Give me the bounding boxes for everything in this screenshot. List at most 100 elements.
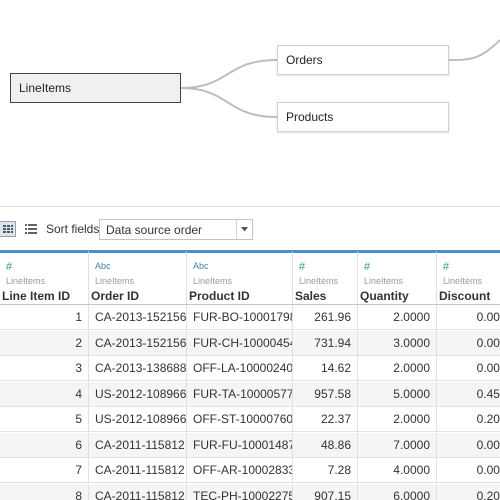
cell-product-id: FUR-FU-10001487 <box>187 432 293 458</box>
cell-order-id: CA-2011-115812 <box>89 483 187 500</box>
cell-discount: 0.00000 <box>437 356 500 381</box>
cell-product-id: OFF-LA-10000240 <box>187 356 293 381</box>
cell-sales: 261.96 <box>293 305 358 330</box>
cell-line-item-id: 1 <box>0 305 89 330</box>
cell-quantity: 2.0000 <box>358 305 437 330</box>
grid-view-button[interactable] <box>0 221 16 237</box>
cell-order-id: US-2012-108966 <box>89 381 187 407</box>
cell-line-item-id: 3 <box>0 356 89 381</box>
column-header-product-id[interactable]: Abc LineItems Product ID <box>187 250 293 304</box>
cell-quantity: 2.0000 <box>358 356 437 381</box>
cell-product-id: FUR-CH-10000454 <box>187 330 293 356</box>
cell-discount: 0.45000 <box>437 382 500 407</box>
cell-product-id: FUR-TA-10000577 <box>187 381 293 407</box>
cell-sales: 907.15 <box>293 483 358 500</box>
cell-order-id: CA-2013-152156 <box>89 305 187 330</box>
cell-discount: 0.00000 <box>437 331 500 356</box>
table-node-orders[interactable]: Orders <box>277 45 449 75</box>
column-name: Sales <box>295 289 327 303</box>
dropdown-caret <box>236 220 252 239</box>
column-header-quantity[interactable]: # LineItems Quantity <box>358 250 437 304</box>
link-lineitems-products <box>180 87 278 118</box>
number-type-icon[interactable]: # <box>6 261 12 273</box>
cell-product-id: OFF-AR-10002833 <box>187 458 293 483</box>
column-source-label: LineItems <box>95 276 135 286</box>
column-header-discount[interactable]: # LineItems Discount <box>437 250 500 304</box>
table-node-label: Orders <box>286 53 323 67</box>
cell-product-id: TEC-PH-10002275 <box>187 483 293 500</box>
cell-quantity: 5.0000 <box>358 381 437 407</box>
column-source-label: LineItems <box>6 276 46 286</box>
column-source-label: LineItems <box>364 276 404 286</box>
table-node-products[interactable]: Products <box>277 102 449 132</box>
number-type-icon[interactable]: # <box>443 261 449 273</box>
cell-discount: 0.00000 <box>437 458 500 483</box>
cell-order-id: CA-2011-115812 <box>89 458 187 483</box>
column-header-order-id[interactable]: Abc LineItems Order ID <box>89 250 187 304</box>
number-type-icon[interactable]: # <box>364 261 370 273</box>
table-node-label: LineItems <box>19 81 72 95</box>
grid-icon <box>3 225 13 233</box>
table-row[interactable]: 5 US-2012-108966 OFF-ST-10000760 22.37 2.000… <box>0 407 500 432</box>
number-type-icon[interactable]: # <box>299 261 305 273</box>
column-name: Quantity <box>360 289 409 303</box>
cell-sales: 14.62 <box>293 356 358 381</box>
column-source-label: LineItems <box>193 276 233 286</box>
column-name: Order ID <box>91 289 140 303</box>
table-row[interactable]: 1 CA-2013-152156 FUR-BO-10001798 261.96 2.00… <box>0 305 500 330</box>
cell-sales: 731.94 <box>293 330 358 356</box>
cell-order-id: CA-2013-138688 <box>89 356 187 381</box>
cell-product-id: OFF-ST-10000760 <box>187 407 293 432</box>
sort-fields-label: Sort fields <box>46 222 100 236</box>
sort-fields-dropdown[interactable]: Data source order <box>99 219 253 240</box>
cell-order-id: US-2012-108966 <box>89 407 187 432</box>
link-lineitems-orders <box>180 59 278 89</box>
string-type-icon[interactable]: Abc <box>95 261 111 271</box>
table-row[interactable]: 6 CA-2011-115812 FUR-FU-10001487 48.86 7.000… <box>0 432 500 458</box>
column-name: Line Item ID <box>2 289 71 303</box>
link-orders-offscreen <box>448 39 500 61</box>
cell-sales: 957.58 <box>293 381 358 407</box>
column-source-label: LineItems <box>443 276 483 286</box>
cell-discount: 0.20000 <box>437 484 500 500</box>
sort-fields-value: Data source order <box>106 223 203 237</box>
cell-line-item-id: 4 <box>0 381 89 407</box>
cell-sales: 48.86 <box>293 432 358 458</box>
relationship-canvas[interactable]: LineItems Orders Products <box>0 0 500 206</box>
data-grid-toolbar: Sort fields Data source order <box>0 206 500 251</box>
cell-discount: 0.00000 <box>437 433 500 458</box>
cell-line-item-id: 8 <box>0 483 89 500</box>
data-grid[interactable]: # LineItems Line Item ID Abc LineItems Order … <box>0 250 500 500</box>
cell-order-id: CA-2011-115812 <box>89 432 187 458</box>
table-node-lineitems[interactable]: LineItems <box>10 73 181 103</box>
table-row[interactable]: 3 CA-2013-138688 OFF-LA-10000240 14.62 2.000… <box>0 356 500 381</box>
table-node-label: Products <box>286 110 334 124</box>
column-source-label: LineItems <box>299 276 339 286</box>
cell-quantity: 7.0000 <box>358 432 437 458</box>
list-view-button[interactable] <box>24 222 38 236</box>
table-row[interactable]: 4 US-2012-108966 FUR-TA-10000577 957.58 5.00… <box>0 381 500 407</box>
cell-line-item-id: 2 <box>0 330 89 356</box>
cell-quantity: 2.0000 <box>358 407 437 432</box>
column-header-sales[interactable]: # LineItems Sales <box>293 250 358 304</box>
table-row[interactable]: 8 CA-2011-115812 TEC-PH-10002275 907.15 6.00… <box>0 483 500 500</box>
cell-quantity: 3.0000 <box>358 330 437 356</box>
table-row[interactable]: 7 CA-2011-115812 OFF-AR-10002833 7.28 4.0000… <box>0 458 500 483</box>
cell-quantity: 4.0000 <box>358 458 437 483</box>
string-type-icon[interactable]: Abc <box>193 261 209 271</box>
list-icon <box>25 224 37 234</box>
cell-line-item-id: 6 <box>0 432 89 458</box>
chevron-down-icon <box>241 227 248 232</box>
column-header-line-item-id[interactable]: # LineItems Line Item ID <box>0 250 89 304</box>
cell-quantity: 6.0000 <box>358 483 437 500</box>
cell-line-item-id: 5 <box>0 407 89 432</box>
column-name: Discount <box>439 289 491 303</box>
cell-sales: 7.28 <box>293 458 358 483</box>
cell-discount: 0.20000 <box>437 407 500 432</box>
cell-product-id: FUR-BO-10001798 <box>187 305 293 330</box>
column-name: Product ID <box>189 289 250 303</box>
cell-discount: 0.00000 <box>437 305 500 330</box>
cell-order-id: CA-2013-152156 <box>89 330 187 356</box>
table-row[interactable]: 2 CA-2013-152156 FUR-CH-10000454 731.94 3.00… <box>0 330 500 356</box>
cell-sales: 22.37 <box>293 407 358 432</box>
